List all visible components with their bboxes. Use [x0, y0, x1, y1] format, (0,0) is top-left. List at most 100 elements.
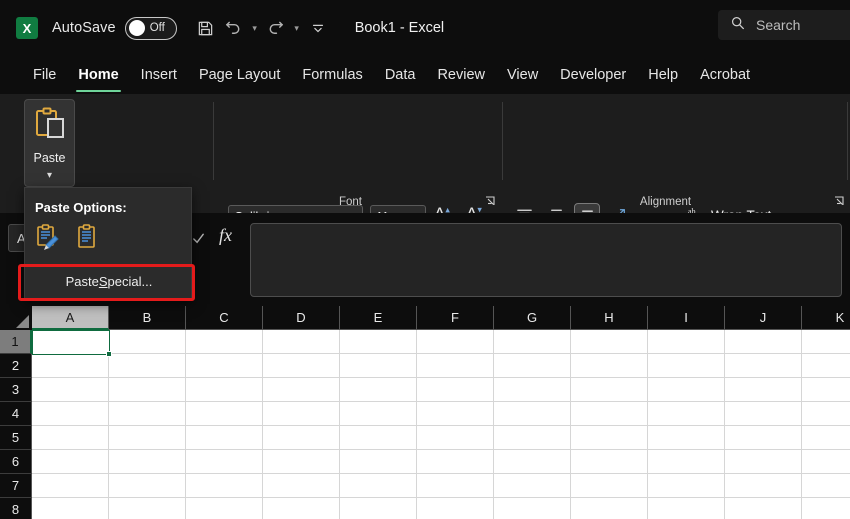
cell-J7[interactable] [725, 474, 802, 498]
column-header-d[interactable]: D [263, 306, 340, 330]
cell-D5[interactable] [263, 426, 340, 450]
cell-H5[interactable] [571, 426, 648, 450]
paste-formatting-icon[interactable] [35, 224, 59, 255]
cell-D8[interactable] [263, 498, 340, 519]
cell-F2[interactable] [417, 354, 494, 378]
cell-E5[interactable] [340, 426, 417, 450]
cell-B7[interactable] [109, 474, 186, 498]
cell-I4[interactable] [648, 402, 725, 426]
redo-dropdown-chevron-down-icon[interactable]: ▾ [291, 23, 303, 34]
cell-A6[interactable] [32, 450, 109, 474]
column-header-i[interactable]: I [648, 306, 725, 330]
cell-F5[interactable] [417, 426, 494, 450]
fill-handle[interactable] [106, 351, 112, 357]
cell-H3[interactable] [571, 378, 648, 402]
cell-C6[interactable] [186, 450, 263, 474]
cell-A3[interactable] [32, 378, 109, 402]
column-header-h[interactable]: H [571, 306, 648, 330]
formula-input[interactable] [250, 223, 842, 297]
tab-file[interactable]: File [22, 60, 67, 90]
cell-K1[interactable] [802, 330, 850, 354]
cell-D7[interactable] [263, 474, 340, 498]
cell-G8[interactable] [494, 498, 571, 519]
column-header-k[interactable]: K [802, 306, 850, 330]
column-header-e[interactable]: E [340, 306, 417, 330]
cell-G7[interactable] [494, 474, 571, 498]
cell-F8[interactable] [417, 498, 494, 519]
tab-view[interactable]: View [496, 60, 549, 90]
cell-A4[interactable] [32, 402, 109, 426]
cell-B5[interactable] [109, 426, 186, 450]
cell-I1[interactable] [648, 330, 725, 354]
row-header-8[interactable]: 8 [0, 498, 32, 519]
cell-I6[interactable] [648, 450, 725, 474]
cell-D6[interactable] [263, 450, 340, 474]
cell-B6[interactable] [109, 450, 186, 474]
cell-K3[interactable] [802, 378, 850, 402]
cell-E2[interactable] [340, 354, 417, 378]
cell-D3[interactable] [263, 378, 340, 402]
cell-J2[interactable] [725, 354, 802, 378]
tab-page-layout[interactable]: Page Layout [188, 60, 291, 90]
column-header-g[interactable]: G [494, 306, 571, 330]
row-header-7[interactable]: 7 [0, 474, 32, 498]
grid-cells-area[interactable] [32, 330, 850, 519]
undo-dropdown-chevron-down-icon[interactable]: ▾ [249, 23, 261, 34]
column-header-b[interactable]: B [109, 306, 186, 330]
cell-C4[interactable] [186, 402, 263, 426]
cell-F1[interactable] [417, 330, 494, 354]
cell-E4[interactable] [340, 402, 417, 426]
select-all-corner-button[interactable] [0, 306, 32, 330]
cell-K7[interactable] [802, 474, 850, 498]
cell-J1[interactable] [725, 330, 802, 354]
column-header-f[interactable]: F [417, 306, 494, 330]
cell-K8[interactable] [802, 498, 850, 519]
cell-D2[interactable] [263, 354, 340, 378]
cell-E6[interactable] [340, 450, 417, 474]
cell-D4[interactable] [263, 402, 340, 426]
row-header-5[interactable]: 5 [0, 426, 32, 450]
cell-C3[interactable] [186, 378, 263, 402]
cell-H2[interactable] [571, 354, 648, 378]
cell-H7[interactable] [571, 474, 648, 498]
cell-K5[interactable] [802, 426, 850, 450]
cell-H6[interactable] [571, 450, 648, 474]
cell-J3[interactable] [725, 378, 802, 402]
cell-F3[interactable] [417, 378, 494, 402]
cell-G5[interactable] [494, 426, 571, 450]
tab-developer[interactable]: Developer [549, 60, 637, 90]
cell-A5[interactable] [32, 426, 109, 450]
paste-chevron-down-icon[interactable]: ▾ [47, 170, 52, 181]
tab-formulas[interactable]: Formulas [291, 60, 373, 90]
column-header-j[interactable]: J [725, 306, 802, 330]
active-cell-a1[interactable] [32, 330, 112, 357]
cell-I7[interactable] [648, 474, 725, 498]
cell-C1[interactable] [186, 330, 263, 354]
tab-review[interactable]: Review [426, 60, 496, 90]
row-header-3[interactable]: 3 [0, 378, 32, 402]
cell-K4[interactable] [802, 402, 850, 426]
cell-B3[interactable] [109, 378, 186, 402]
cell-C7[interactable] [186, 474, 263, 498]
column-header-a[interactable]: A [32, 306, 109, 330]
cell-J8[interactable] [725, 498, 802, 519]
cell-J4[interactable] [725, 402, 802, 426]
cell-H8[interactable] [571, 498, 648, 519]
cell-G6[interactable] [494, 450, 571, 474]
cell-J6[interactable] [725, 450, 802, 474]
cell-E7[interactable] [340, 474, 417, 498]
cell-A8[interactable] [32, 498, 109, 519]
cell-J5[interactable] [725, 426, 802, 450]
cell-D1[interactable] [263, 330, 340, 354]
cell-F4[interactable] [417, 402, 494, 426]
save-icon[interactable] [193, 15, 219, 41]
cell-H1[interactable] [571, 330, 648, 354]
cell-F6[interactable] [417, 450, 494, 474]
font-dialog-launcher-icon[interactable] [484, 195, 497, 208]
cell-G2[interactable] [494, 354, 571, 378]
cell-K2[interactable] [802, 354, 850, 378]
cell-C8[interactable] [186, 498, 263, 519]
cell-E3[interactable] [340, 378, 417, 402]
cell-E8[interactable] [340, 498, 417, 519]
column-header-c[interactable]: C [186, 306, 263, 330]
